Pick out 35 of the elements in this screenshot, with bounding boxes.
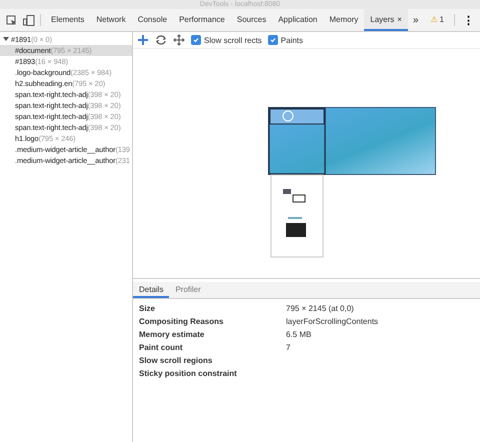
checkbox-label: Paints xyxy=(280,36,304,44)
panel-tab[interactable]: Performance xyxy=(173,9,231,31)
property-name: Compositing Reasons xyxy=(139,316,224,327)
checkbox[interactable] xyxy=(191,35,201,45)
panel-tab[interactable]: Elements xyxy=(45,9,90,31)
checkbox[interactable] xyxy=(268,35,278,45)
property-name: Slow scroll regions xyxy=(139,355,214,366)
panel-tab[interactable]: Layers × xyxy=(364,9,408,31)
panel-tab[interactable]: Sources xyxy=(230,9,272,31)
property-value: 6.5 MB xyxy=(286,329,312,340)
pan-tool-button[interactable] xyxy=(137,34,149,46)
checkmark-icon xyxy=(193,37,199,43)
warnings-button[interactable]: ⚠ 1 xyxy=(424,9,450,31)
panel-tab[interactable]: Application xyxy=(272,9,324,31)
checkmark-icon xyxy=(270,37,276,43)
property-value: layerForScrollingContents xyxy=(286,316,380,327)
property-name: Sticky position constraint xyxy=(139,368,238,379)
property-value: 7 xyxy=(286,342,292,353)
device-mode-icon[interactable] xyxy=(23,14,35,26)
expand-arrow-icon[interactable] xyxy=(3,36,9,42)
details-tab[interactable]: Profiler xyxy=(169,282,207,298)
property-name: Size xyxy=(139,303,156,314)
more-tabs-button[interactable]: » xyxy=(408,9,424,31)
rotate-tool-button[interactable] xyxy=(155,34,167,46)
property-name: Paint count xyxy=(139,342,184,353)
details-tab[interactable]: Details xyxy=(133,282,170,298)
property-value: 795 × 2145 (at 0,0) xyxy=(286,303,355,314)
checkbox-label: Slow scroll rects xyxy=(204,36,262,44)
panel-tab[interactable]: Network xyxy=(90,9,132,31)
move-tool-button[interactable] xyxy=(173,34,185,46)
panel-tab[interactable]: Memory xyxy=(323,9,364,31)
panel-tab[interactable]: Console xyxy=(132,9,174,31)
menu-button[interactable]: ⋮ xyxy=(459,9,478,31)
property-name: Memory estimate xyxy=(139,329,206,340)
inspect-icon[interactable] xyxy=(6,14,16,26)
